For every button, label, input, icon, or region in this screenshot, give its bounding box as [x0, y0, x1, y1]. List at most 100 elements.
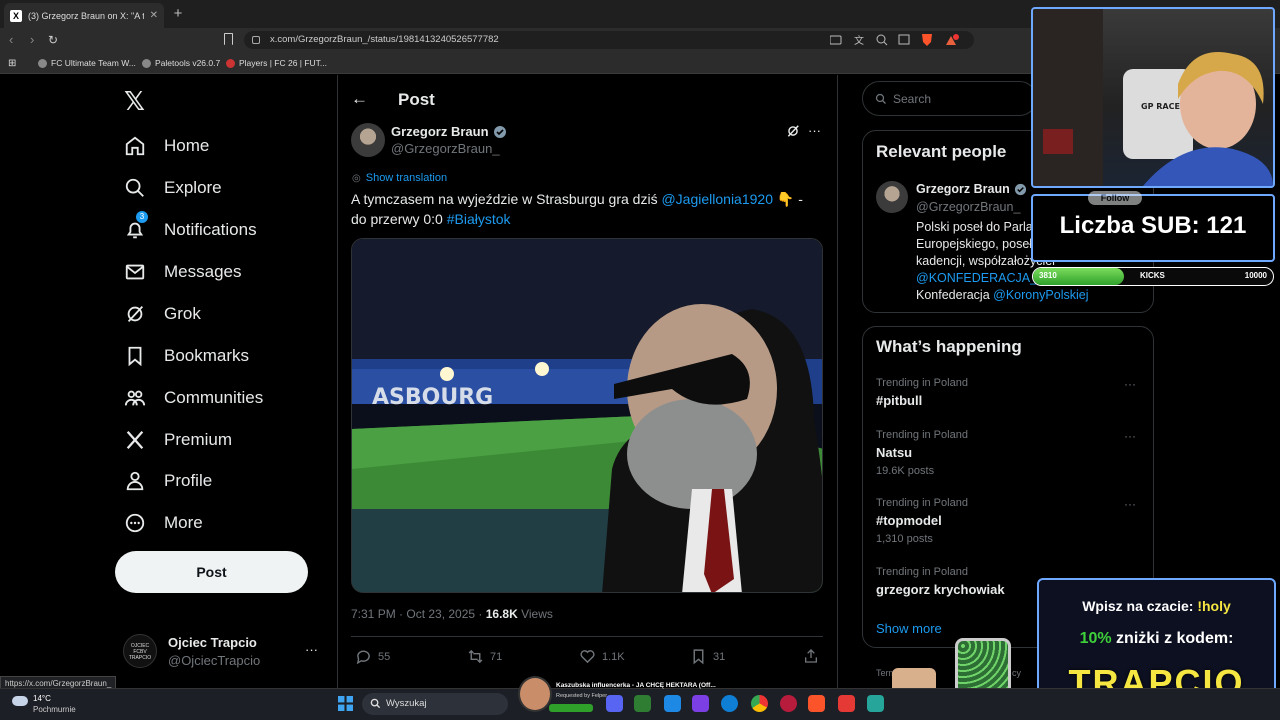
bookmark-page-icon[interactable] [224, 33, 233, 45]
trend-more-icon[interactable]: ··· [1124, 377, 1136, 391]
reply-button[interactable]: 55 [355, 648, 390, 665]
trend-item[interactable]: Trending in Poland Natsu 19.6K posts [876, 429, 968, 477]
toolbar-icons: 文 [830, 34, 959, 47]
nav-home[interactable]: Home [124, 132, 209, 160]
subscriber-counter: Liczba SUB: 121 [1031, 194, 1275, 262]
back-icon[interactable]: ‹ [9, 32, 13, 47]
translate-icon: 文 [854, 34, 864, 47]
search-icon [125, 178, 144, 197]
post-button[interactable]: Post [115, 551, 308, 593]
show-translation-link[interactable]: ◎ Show translation [352, 172, 447, 184]
zoom-icon [876, 34, 886, 44]
promo-line-1: Wpisz na czacie: !holy [1082, 598, 1231, 614]
discord-icon[interactable] [606, 695, 623, 712]
forward-icon[interactable]: › [30, 32, 34, 47]
trend-item[interactable]: Trending in Poland #pitbull [876, 377, 968, 408]
bookmark-fc-ultimate[interactable]: FC Ultimate Team W... [38, 58, 136, 68]
webcam-image: GP RACER [1033, 9, 1273, 186]
nav-communities[interactable]: Communities [124, 384, 263, 412]
nav-messages[interactable]: Messages [124, 258, 241, 286]
kicks-goal-bar: 3810 KICKS 10000 [1032, 267, 1274, 286]
bio-mention-korony[interactable]: @KoronyPolskiej [993, 288, 1088, 302]
account-avatar[interactable]: OJCIEC FCBV TRAPCIO [123, 634, 157, 668]
app-icon[interactable] [867, 695, 884, 712]
x-logo-icon[interactable]: 𝕏 [124, 87, 145, 117]
close-tab-icon[interactable]: ✕ [150, 10, 158, 21]
apps-icon[interactable]: ⊞ [8, 58, 16, 69]
nav-more[interactable]: More [124, 509, 203, 537]
x-favicon-icon: X [10, 9, 22, 22]
nav-notifications[interactable]: 3 Notifications [124, 211, 257, 244]
views-count: 16.8K [485, 607, 518, 621]
verified-badge-icon [493, 125, 506, 138]
media-thumbnail [518, 676, 552, 712]
mail-icon [125, 264, 145, 280]
footer-privacy-link[interactable]: cy [1012, 668, 1021, 678]
browser-tab[interactable]: X (3) Grzegorz Braun on X: "A tym... ✕ [4, 3, 164, 28]
bookmark-button[interactable]: 31 [690, 648, 725, 665]
media-requested: Requested by Felper [556, 693, 608, 699]
like-button[interactable]: 1.1K [579, 648, 625, 665]
cast-icon [830, 35, 842, 45]
promo-line-2: 10% zniżki z kodem: [1079, 630, 1234, 647]
bookmark-players-fc26[interactable]: Players | FC 26 | FUT... [226, 58, 327, 68]
trend-item[interactable]: Trending in Poland #topmodel 1,310 posts [876, 497, 968, 545]
weather-temp[interactable]: 14°C [33, 694, 51, 703]
account-name: Ojciec Trapcio [168, 635, 257, 650]
post-more-icon[interactable]: ··· [808, 123, 821, 138]
app-icon[interactable] [634, 695, 651, 712]
nav-grok[interactable]: Grok [124, 300, 201, 328]
account-more-icon[interactable]: ··· [305, 642, 318, 657]
windows-start-icon[interactable] [338, 696, 353, 711]
new-tab-icon[interactable]: + [170, 5, 186, 22]
more-circle-icon [125, 513, 145, 533]
repost-button[interactable]: 71 [467, 648, 502, 665]
nav-profile[interactable]: Profile [124, 467, 212, 495]
stadium-text: ASBOURG [372, 385, 493, 410]
trend-more-icon[interactable]: ··· [1124, 497, 1136, 511]
search-icon [875, 93, 886, 104]
repost-icon [468, 649, 483, 664]
reply-icon [356, 650, 370, 665]
bookmark-paletools[interactable]: Paletools v26.0.7 [142, 58, 220, 68]
bio-mention-konfederacja[interactable]: @KONFEDERACJA_ [916, 271, 1037, 285]
globe-icon [142, 58, 151, 68]
trend-item[interactable]: Trending in Poland grzegorz krychowiak [876, 566, 1005, 597]
site-info-icon[interactable] [252, 36, 260, 44]
grok-icon[interactable] [786, 124, 800, 138]
reload-icon[interactable]: ↻ [48, 33, 58, 47]
trend-more-icon[interactable]: ··· [1124, 429, 1136, 443]
follow-button[interactable]: Follow [1088, 191, 1142, 205]
relevant-people-title: Relevant people [876, 142, 1007, 161]
search-icon [370, 698, 381, 709]
nav-bookmarks[interactable]: Bookmarks [124, 342, 249, 370]
author-handle[interactable]: @GrzegorzBraun_ [391, 141, 500, 156]
goal-label: KICKS [1140, 271, 1165, 280]
relevant-name-row[interactable]: Grzegorz Braun [916, 182, 1027, 196]
post-text: A tymczasem na wyjeździe w Strasburgu gr… [351, 191, 803, 227]
vscode-icon[interactable] [664, 695, 681, 712]
back-arrow-icon[interactable]: ← [351, 89, 368, 109]
nav-explore[interactable]: Explore [124, 174, 222, 202]
mention-link[interactable]: @Jagiellonia1920 [661, 191, 773, 207]
edge-icon[interactable] [721, 695, 738, 712]
author-name-row[interactable]: Grzegorz Braun [391, 124, 507, 139]
share-icon[interactable] [803, 648, 819, 664]
chrome-icon[interactable] [751, 695, 768, 712]
vivaldi-icon[interactable] [838, 695, 855, 712]
brave-icon[interactable] [808, 695, 825, 712]
show-more-link[interactable]: Show more [876, 621, 942, 636]
relevant-avatar[interactable] [876, 181, 908, 213]
stadium-selfie-image: ASBOURG [352, 239, 822, 592]
bookmark-icon [693, 649, 704, 665]
nav-premium[interactable]: Premium [124, 426, 232, 454]
author-avatar[interactable] [351, 123, 385, 157]
opera-icon[interactable] [780, 695, 797, 712]
obs-icon[interactable] [692, 695, 709, 712]
x-icon [126, 430, 144, 450]
verified-badge-icon [1014, 183, 1026, 195]
post-image[interactable]: ASBOURG [351, 238, 823, 593]
search-input[interactable]: Search [862, 81, 1037, 116]
hashtag-link[interactable]: #Białystok [447, 211, 511, 227]
taskbar-search[interactable]: Wyszukaj [362, 693, 508, 715]
